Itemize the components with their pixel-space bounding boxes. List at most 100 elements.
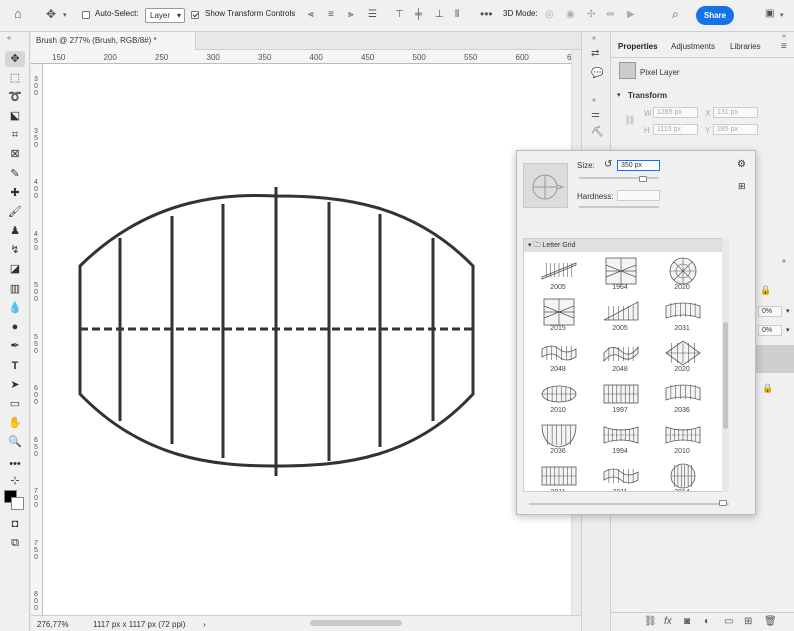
show-transform-checkbox[interactable] (191, 11, 199, 19)
adjustments-panel-icon[interactable]: ⚌ (591, 110, 600, 120)
tab-properties[interactable]: Properties (618, 42, 658, 51)
x-field[interactable]: 131 px (713, 107, 758, 118)
brush-preset-item[interactable]: 2010 (652, 419, 712, 459)
brush-preset-item[interactable]: 2010 (528, 378, 588, 418)
reset-size-icon[interactable]: ↺ (604, 159, 612, 170)
brush-preset-item[interactable]: 2031 (652, 296, 712, 336)
move-tool-icon[interactable]: ✥ (46, 8, 56, 20)
brush-preset-item[interactable]: 2005 (590, 296, 650, 336)
y-field[interactable]: 285 px (713, 124, 758, 135)
group-icon[interactable]: ▭ (724, 617, 733, 627)
align-middle-icon[interactable]: ╪ (415, 10, 422, 20)
gradient-tool-icon[interactable]: ▥ (5, 281, 25, 297)
camera-3d-icon[interactable]: ▶ (627, 10, 635, 20)
lock-icon[interactable]: 🔒 (760, 285, 771, 296)
auto-select-checkbox[interactable] (82, 11, 90, 19)
preset-group-header[interactable]: ▾ 🗀 Letter Grid (524, 239, 728, 252)
share-button[interactable]: Share (696, 6, 734, 25)
adjustment-layer-icon[interactable]: ◐ (704, 617, 710, 627)
pan-3d-icon[interactable]: ✣ (587, 10, 595, 20)
brush-preset-item[interactable]: 2048 (528, 337, 588, 377)
collapse-toolbar-icon[interactable]: « (7, 34, 11, 44)
status-menu-arrow[interactable]: › (203, 620, 206, 629)
chevron-down-icon[interactable]: ▾ (786, 307, 790, 315)
quick-mask-icon[interactable]: ◘ (5, 516, 25, 532)
brush-preset-item[interactable]: 1964 (590, 255, 650, 295)
brush-preset-item[interactable]: 2036 (528, 419, 588, 459)
tab-adjustments[interactable]: Adjustments (671, 42, 715, 51)
align-bottom-icon[interactable]: ⊥ (435, 10, 444, 20)
canvas[interactable] (43, 64, 571, 615)
brush-preset-item[interactable]: 2020 (652, 255, 712, 295)
dodge-tool-icon[interactable]: ● (5, 319, 25, 335)
brush-preset-item[interactable]: 1994 (590, 419, 650, 459)
object-select-tool-icon[interactable]: ⬕ (5, 108, 25, 124)
brush-preset-item[interactable]: 2011 (590, 460, 650, 491)
pen-tool-icon[interactable]: ✒ (5, 338, 25, 354)
size-slider[interactable] (579, 177, 659, 179)
add-mask-icon[interactable]: ◙ (684, 617, 690, 627)
brush-preset-item[interactable]: 2036 (652, 378, 712, 418)
collapse-panels-icon[interactable]: » (592, 96, 596, 106)
move-tool-icon[interactable]: ✥ (5, 51, 25, 67)
zoom-tool-icon[interactable]: 🔍 (5, 434, 25, 450)
chevron-down-icon[interactable]: ▾ (786, 326, 790, 334)
brush-preset-item[interactable]: 2015 (528, 296, 588, 336)
panel-menu-icon[interactable]: ≡ (781, 42, 787, 52)
stamp-tool-icon[interactable]: ♟ (5, 223, 25, 239)
eraser-tool-icon[interactable]: ◪ (5, 261, 25, 277)
brush-preset-item[interactable]: 2020 (652, 337, 712, 377)
brush-preset-item[interactable]: 2048 (590, 337, 650, 377)
opacity-field[interactable]: 0% (758, 306, 782, 317)
hand-tool-icon[interactable]: ✋ (5, 415, 25, 431)
orbit-3d-icon[interactable]: ◎ (545, 10, 554, 20)
height-field[interactable]: 1110 px (653, 124, 698, 135)
distribute-icon[interactable]: ☰ (368, 10, 377, 20)
eyedropper-tool-icon[interactable]: ✎ (5, 166, 25, 182)
brush-preset-item[interactable]: 2011 (528, 460, 588, 491)
hardness-input[interactable] (617, 190, 660, 201)
align-left-icon[interactable]: ⫷ (308, 10, 314, 20)
distribute-vertical-icon[interactable]: ⫴ (455, 10, 459, 20)
screen-mode-icon[interactable]: ⧉ (5, 535, 25, 551)
crop-tool-icon[interactable]: ⌗ (5, 127, 25, 143)
edit-toolbar-icon[interactable]: ⊹ (5, 473, 25, 489)
background-color-swatch[interactable] (11, 497, 24, 510)
lasso-tool-icon[interactable]: ➰ (5, 89, 25, 105)
home-icon[interactable]: ⌂ (14, 7, 22, 20)
healing-tool-icon[interactable]: ✚ (5, 185, 25, 201)
canvas-horizontal-scrollbar[interactable] (310, 620, 402, 626)
new-preset-icon[interactable]: ⊞ (738, 181, 746, 192)
preset-scroll-thumb[interactable] (723, 322, 728, 429)
preview-size-slider[interactable] (529, 503, 729, 505)
frame-tool-icon[interactable]: ⊠ (5, 146, 25, 162)
hardness-slider[interactable] (579, 206, 659, 208)
align-top-icon[interactable]: ⊤ (395, 10, 404, 20)
new-layer-icon[interactable]: ⊞ (744, 617, 752, 627)
rectangle-tool-icon[interactable]: ▭ (5, 396, 25, 412)
collapse-panels-icon[interactable]: « (782, 258, 786, 265)
trash-icon[interactable]: 🗑 (764, 617, 777, 627)
more-tools-icon[interactable]: ••• (5, 456, 25, 472)
zoom-level[interactable]: 276,77% (37, 620, 69, 629)
brush-preset-item[interactable]: 2005 (528, 255, 588, 295)
link-icon[interactable]: ⛓ (624, 115, 635, 126)
link-layers-icon[interactable]: ⛓ (644, 617, 657, 627)
tab-libraries[interactable]: Libraries (730, 42, 761, 51)
slider-handle[interactable] (639, 176, 647, 182)
fill-field[interactable]: 0% (758, 325, 782, 336)
align-center-icon[interactable]: ≡ (328, 10, 334, 20)
more-icon[interactable]: ••• (480, 8, 493, 20)
blur-tool-icon[interactable]: 💧 (5, 300, 25, 316)
size-input[interactable]: 350 px (617, 160, 660, 171)
fx-icon[interactable]: fx (664, 617, 672, 627)
history-brush-icon[interactable]: ↯ (5, 242, 25, 258)
brush-tool-icon[interactable]: 🖌 (5, 204, 25, 220)
slider-handle[interactable] (719, 500, 727, 506)
type-tool-icon[interactable]: T (5, 358, 25, 374)
marquee-tool-icon[interactable]: ⬚ (5, 70, 25, 86)
width-field[interactable]: 1285 px (653, 107, 698, 118)
brush-settings-icon[interactable]: ⛏ (591, 128, 604, 138)
gear-icon[interactable]: ⚙ (737, 159, 746, 170)
layer-thumbnail[interactable] (756, 345, 794, 373)
